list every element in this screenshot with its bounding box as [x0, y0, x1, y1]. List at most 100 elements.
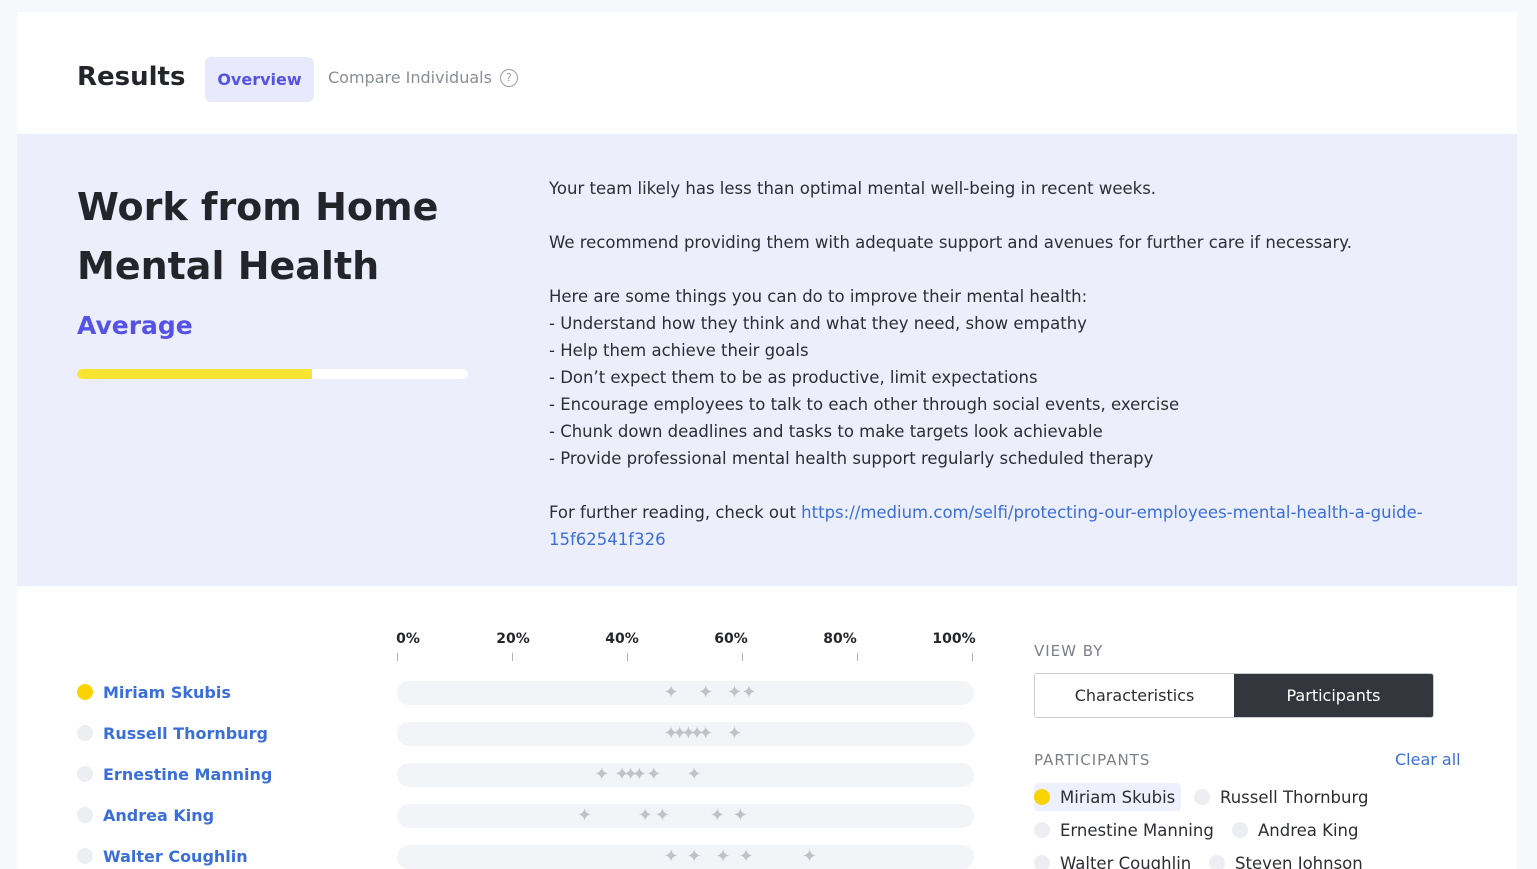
score-marker-icon[interactable]: ✦	[710, 806, 725, 826]
question-circle-icon[interactable]: ?	[499, 68, 518, 87]
axis-label-40: 40%	[605, 631, 639, 647]
tab-compare-label: Compare Individuals	[328, 68, 492, 87]
tab-overview[interactable]: Overview	[205, 57, 314, 102]
axis-label-0: 0%	[396, 631, 420, 647]
score-marker-icon[interactable]: ✦	[594, 765, 609, 785]
participant-dot	[77, 684, 93, 700]
score-track: ✦ ✦ ✦ ✦ ✦	[397, 845, 974, 869]
axis-label-60: 60%	[714, 631, 748, 647]
score-marker-icon[interactable]: ✦	[632, 765, 647, 785]
participants-label: PARTICIPANTS	[1034, 751, 1151, 769]
participant-chip-steven-johnson[interactable]: Steven Johnson	[1209, 849, 1369, 869]
axis-tick	[627, 653, 628, 661]
chip-dot	[1034, 822, 1050, 838]
chip-dot	[1034, 855, 1050, 869]
score-marker-icon[interactable]: ✦	[664, 683, 679, 703]
tip-item: - Help them achieve their goals	[549, 341, 809, 360]
axis-tick	[512, 653, 513, 661]
chip-dot	[1034, 789, 1050, 805]
level-progress-fill	[77, 369, 312, 379]
participant-name: Andrea King	[103, 805, 215, 825]
clear-all-link[interactable]: Clear all	[1395, 750, 1461, 769]
participant-name: Ernestine Manning	[103, 764, 273, 784]
axis-tick	[397, 653, 398, 661]
participant-name: Miriam Skubis	[103, 682, 231, 702]
score-marker-icon[interactable]: ✦	[727, 683, 742, 703]
score-marker-icon[interactable]: ✦	[664, 847, 679, 867]
participant-row-andrea-king[interactable]: Andrea King	[77, 803, 214, 827]
tab-compare-individuals[interactable]: Compare Individuals ?	[328, 68, 518, 87]
summary-paragraph: We recommend providing them with adequat…	[549, 233, 1352, 252]
score-track: ✦ ✦ ✦ ✦ ✦ ✦	[397, 722, 974, 746]
tip-item: - Provide professional mental health sup…	[549, 449, 1154, 468]
participant-dot	[77, 725, 93, 741]
survey-title-line-1: Work from Home	[77, 185, 439, 229]
view-by-participants-button[interactable]: Participants	[1234, 674, 1433, 717]
results-card: Results Overview Compare Individuals ? W…	[17, 12, 1517, 869]
score-marker-icon[interactable]: ✦	[577, 806, 592, 826]
score-marker-icon[interactable]: ✦	[646, 765, 661, 785]
score-marker-icon[interactable]: ✦	[698, 724, 713, 744]
participant-chip-andrea-king[interactable]: Andrea King	[1232, 816, 1364, 844]
results-header: Results Overview Compare Individuals ?	[17, 12, 1517, 134]
view-by-characteristics-button[interactable]: Characteristics	[1035, 674, 1234, 717]
score-marker-icon[interactable]: ✦	[687, 847, 702, 867]
tips-intro: Here are some things you can do to impro…	[549, 287, 1088, 306]
chip-dot	[1232, 822, 1248, 838]
axis-label-100: 100%	[932, 631, 976, 647]
chip-label: Walter Coughlin	[1060, 853, 1192, 869]
score-marker-icon[interactable]: ✦	[638, 806, 653, 826]
score-marker-icon[interactable]: ✦	[733, 806, 748, 826]
score-marker-icon[interactable]: ✦	[698, 683, 713, 703]
score-marker-icon[interactable]: ✦	[727, 724, 742, 744]
result-level: Average	[77, 311, 193, 340]
score-marker-icon[interactable]: ✦	[802, 847, 817, 867]
participant-chip-russell-thornburg[interactable]: Russell Thornburg	[1194, 783, 1374, 811]
axis-tick	[742, 653, 743, 661]
summary-paragraph: Your team likely has less than optimal m…	[549, 179, 1157, 198]
score-marker-icon[interactable]: ✦	[687, 765, 702, 785]
chip-label: Russell Thornburg	[1220, 787, 1369, 807]
tip-item: - Chunk down deadlines and tasks to make…	[549, 422, 1103, 441]
chip-dot	[1209, 855, 1225, 869]
participant-row-miriam-skubis[interactable]: Miriam Skubis	[77, 680, 231, 704]
tip-item: - Don’t expect them to be as productive,…	[549, 368, 1038, 387]
view-by-label: VIEW BY	[1034, 642, 1104, 660]
view-by-toggle: Characteristics Participants	[1034, 673, 1434, 718]
axis-label-20: 20%	[496, 631, 530, 647]
axis-tick	[972, 653, 973, 661]
further-reading: For further reading, check out https://m…	[549, 499, 1449, 553]
participant-dot	[77, 807, 93, 823]
chip-label: Steven Johnson	[1235, 853, 1363, 869]
survey-title-line-2: Mental Health	[77, 244, 380, 288]
chip-label: Andrea King	[1258, 820, 1359, 840]
axis-label-80: 80%	[823, 631, 857, 647]
score-marker-icon[interactable]: ✦	[655, 806, 670, 826]
participant-dot	[77, 848, 93, 864]
level-progress-bar	[77, 369, 468, 379]
participant-name: Walter Coughlin	[103, 846, 248, 866]
tip-item: - Understand how they think and what the…	[549, 314, 1087, 333]
axis-tick	[857, 653, 858, 661]
participant-row-russell-thornburg[interactable]: Russell Thornburg	[77, 721, 268, 745]
survey-title: Work from Home Mental Health	[77, 178, 497, 296]
participant-row-ernestine-manning[interactable]: Ernestine Manning	[77, 762, 272, 786]
tip-item: - Encourage employees to talk to each ot…	[549, 395, 1180, 414]
score-marker-icon[interactable]: ✦	[715, 847, 730, 867]
score-marker-icon[interactable]: ✦	[741, 683, 756, 703]
score-track: ✦ ✦ ✦ ✦	[397, 681, 974, 705]
score-marker-icon[interactable]: ✦	[739, 847, 754, 867]
summary-panel: Work from Home Mental Health Average You…	[17, 134, 1517, 586]
chip-dot	[1194, 789, 1210, 805]
chip-label: Miriam Skubis	[1060, 787, 1176, 807]
participants-chart-section: Miriam Skubis Russell Thornburg Ernestin…	[17, 586, 1517, 869]
summary-text: Your team likely has less than optimal m…	[549, 175, 1449, 553]
chip-label: Ernestine Manning	[1060, 820, 1214, 840]
participant-name: Russell Thornburg	[103, 723, 268, 743]
participant-chip-ernestine-manning[interactable]: Ernestine Manning	[1034, 816, 1220, 844]
participant-chip-walter-coughlin[interactable]: Walter Coughlin	[1034, 849, 1197, 869]
further-reading-prefix: For further reading, check out	[549, 503, 802, 522]
participant-row-walter-coughlin[interactable]: Walter Coughlin	[77, 844, 248, 868]
participant-dot	[77, 766, 93, 782]
participant-chip-miriam-skubis[interactable]: Miriam Skubis	[1034, 783, 1182, 811]
